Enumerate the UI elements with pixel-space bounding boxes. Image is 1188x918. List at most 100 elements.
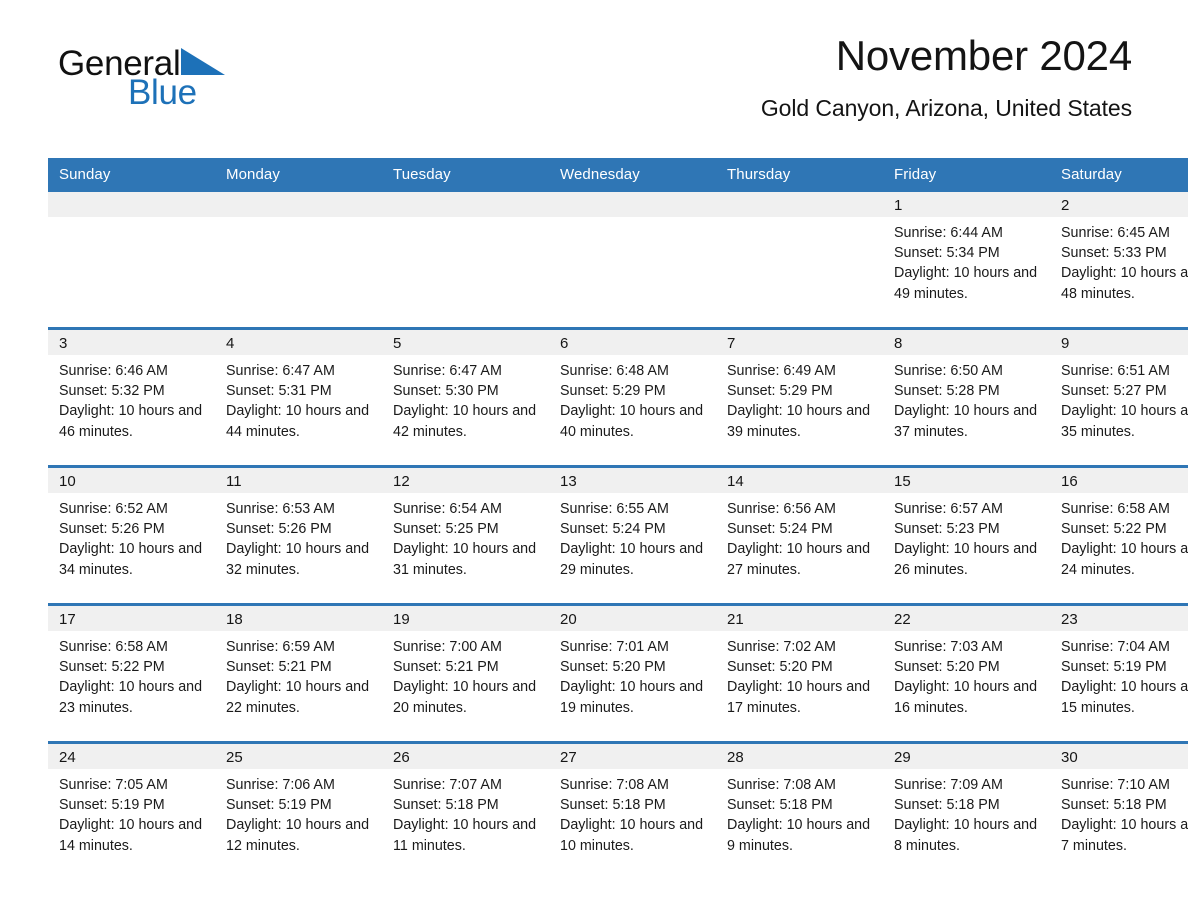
sunset-text: Sunset: 5:26 PM: [226, 521, 332, 538]
calendar-day-cell[interactable]: 10 Sunrise: 6:52 AM Sunset: 5:26 PM Dayligh…: [48, 465, 215, 605]
calendar-day-cell[interactable]: 11 Sunrise: 6:53 AM Sunset: 5:26 PM Dayligh…: [215, 465, 382, 605]
sunrise-text: Sunrise: 7:09 AM: [894, 777, 1003, 793]
calendar-day-cell[interactable]: 24 Sunrise: 7:05 AM Sunset: 5:19 PM Dayligh…: [48, 741, 215, 879]
sunset-text: Sunset: 5:29 PM: [727, 383, 833, 400]
sunset-text: Sunset: 5:26 PM: [59, 521, 165, 538]
day-details: Sunrise: 6:49 AM Sunset: 5:29 PM Daylight:…: [716, 355, 883, 442]
day-number: 26: [382, 744, 549, 769]
day-number: 1: [883, 192, 1050, 217]
calendar-day-cell[interactable]: 28 Sunrise: 7:08 AM Sunset: 5:18 PM Dayligh…: [716, 741, 883, 879]
sunset-text: Sunset: 5:18 PM: [393, 797, 499, 814]
calendar-day-cell[interactable]: 18 Sunrise: 6:59 AM Sunset: 5:21 PM Dayligh…: [215, 603, 382, 743]
sunset-text: Sunset: 5:25 PM: [393, 521, 499, 538]
calendar-day-cell[interactable]: 27 Sunrise: 7:08 AM Sunset: 5:18 PM Dayligh…: [549, 741, 716, 879]
day-number: 18: [215, 606, 382, 631]
calendar-day-cell[interactable]: 16 Sunrise: 6:58 AM Sunset: 5:22 PM Dayligh…: [1050, 465, 1188, 605]
sunrise-text: Sunrise: 6:57 AM: [894, 501, 1003, 517]
logo-text-general-row: General: [58, 46, 227, 82]
daylight-text: Daylight: 10 hours and 12 minutes.: [226, 817, 370, 854]
sunset-text: Sunset: 5:20 PM: [894, 659, 1000, 676]
calendar-grid: Sunday Monday Tuesday Wednesday Thursday…: [48, 158, 1188, 879]
sunrise-text: Sunrise: 7:04 AM: [1061, 639, 1170, 655]
calendar-day-cell[interactable]: 7 Sunrise: 6:49 AM Sunset: 5:29 PM Daylight…: [716, 327, 883, 467]
day-details: Sunrise: 7:06 AM Sunset: 5:19 PM Daylight:…: [215, 769, 382, 856]
calendar-body: 1 Sunrise: 6:44 AM Sunset: 5:34 PM Daylight…: [48, 192, 1188, 879]
calendar-week-row: 10 Sunrise: 6:52 AM Sunset: 5:26 PM Dayligh…: [48, 465, 1188, 605]
calendar-day-cell[interactable]: 17 Sunrise: 6:58 AM Sunset: 5:22 PM Dayligh…: [48, 603, 215, 743]
calendar-day-cell[interactable]: 1 Sunrise: 6:44 AM Sunset: 5:34 PM Daylight…: [883, 192, 1050, 329]
day-number: [716, 192, 883, 217]
day-details: Sunrise: 6:44 AM Sunset: 5:34 PM Daylight:…: [883, 217, 1050, 304]
sunrise-text: Sunrise: 7:08 AM: [727, 777, 836, 793]
calendar-day-cell[interactable]: 9 Sunrise: 6:51 AM Sunset: 5:27 PM Daylight…: [1050, 327, 1188, 467]
calendar-day-cell[interactable]: 6 Sunrise: 6:48 AM Sunset: 5:29 PM Daylight…: [549, 327, 716, 467]
day-details: Sunrise: 7:10 AM Sunset: 5:18 PM Daylight:…: [1050, 769, 1188, 856]
sunset-text: Sunset: 5:27 PM: [1061, 383, 1167, 400]
calendar-day-cell[interactable]: 2 Sunrise: 6:45 AM Sunset: 5:33 PM Daylight…: [1050, 192, 1188, 329]
calendar-day-cell[interactable]: 3 Sunrise: 6:46 AM Sunset: 5:32 PM Daylight…: [48, 327, 215, 467]
day-number: [215, 192, 382, 217]
calendar-day-cell[interactable]: 12 Sunrise: 6:54 AM Sunset: 5:25 PM Dayligh…: [382, 465, 549, 605]
day-number: 19: [382, 606, 549, 631]
day-details: Sunrise: 6:45 AM Sunset: 5:33 PM Daylight:…: [1050, 217, 1188, 304]
calendar-day-cell[interactable]: 14 Sunrise: 6:56 AM Sunset: 5:24 PM Dayligh…: [716, 465, 883, 605]
sunrise-text: Sunrise: 7:00 AM: [393, 639, 502, 655]
day-number: 29: [883, 744, 1050, 769]
sunset-text: Sunset: 5:19 PM: [1061, 659, 1167, 676]
sunrise-text: Sunrise: 6:47 AM: [393, 363, 502, 379]
daylight-text: Daylight: 10 hours and 35 minutes.: [1061, 403, 1188, 440]
day-number: [549, 192, 716, 217]
day-details: Sunrise: 6:48 AM Sunset: 5:29 PM Daylight:…: [549, 355, 716, 442]
day-details: Sunrise: 6:50 AM Sunset: 5:28 PM Daylight:…: [883, 355, 1050, 442]
day-details: Sunrise: 6:53 AM Sunset: 5:26 PM Daylight:…: [215, 493, 382, 580]
day-number: 15: [883, 468, 1050, 493]
calendar-day-cell[interactable]: 4 Sunrise: 6:47 AM Sunset: 5:31 PM Daylight…: [215, 327, 382, 467]
sunrise-text: Sunrise: 6:58 AM: [59, 639, 168, 655]
calendar-day-cell[interactable]: 13 Sunrise: 6:55 AM Sunset: 5:24 PM Dayligh…: [549, 465, 716, 605]
sunrise-text: Sunrise: 6:44 AM: [894, 225, 1003, 241]
sunset-text: Sunset: 5:33 PM: [1061, 245, 1167, 262]
day-number: 7: [716, 330, 883, 355]
sunset-text: Sunset: 5:18 PM: [894, 797, 1000, 814]
sunset-text: Sunset: 5:18 PM: [727, 797, 833, 814]
sunset-text: Sunset: 5:30 PM: [393, 383, 499, 400]
calendar-day-cell[interactable]: 21 Sunrise: 7:02 AM Sunset: 5:20 PM Dayligh…: [716, 603, 883, 743]
day-details: Sunrise: 6:58 AM Sunset: 5:22 PM Daylight:…: [1050, 493, 1188, 580]
calendar-day-cell[interactable]: 19 Sunrise: 7:00 AM Sunset: 5:21 PM Dayligh…: [382, 603, 549, 743]
day-number: 30: [1050, 744, 1188, 769]
generalblue-logo[interactable]: General Blue: [58, 46, 227, 110]
calendar-week-row: 3 Sunrise: 6:46 AM Sunset: 5:32 PM Daylight…: [48, 327, 1188, 467]
daylight-text: Daylight: 10 hours and 17 minutes.: [727, 679, 871, 716]
calendar-day-cell[interactable]: 20 Sunrise: 7:01 AM Sunset: 5:20 PM Dayligh…: [549, 603, 716, 743]
day-details: Sunrise: 6:56 AM Sunset: 5:24 PM Daylight:…: [716, 493, 883, 580]
day-details: Sunrise: 6:46 AM Sunset: 5:32 PM Daylight:…: [48, 355, 215, 442]
logo-text-general: General: [58, 44, 181, 83]
sunset-text: Sunset: 5:18 PM: [560, 797, 666, 814]
calendar-day-cell[interactable]: 22 Sunrise: 7:03 AM Sunset: 5:20 PM Dayligh…: [883, 603, 1050, 743]
sunset-text: Sunset: 5:19 PM: [59, 797, 165, 814]
calendar-day-cell[interactable]: 15 Sunrise: 6:57 AM Sunset: 5:23 PM Dayligh…: [883, 465, 1050, 605]
sunset-text: Sunset: 5:22 PM: [59, 659, 165, 676]
calendar-day-cell[interactable]: 8 Sunrise: 6:50 AM Sunset: 5:28 PM Daylight…: [883, 327, 1050, 467]
daylight-text: Daylight: 10 hours and 48 minutes.: [1061, 265, 1188, 302]
sunrise-text: Sunrise: 7:02 AM: [727, 639, 836, 655]
sunrise-text: Sunrise: 7:03 AM: [894, 639, 1003, 655]
sunset-text: Sunset: 5:21 PM: [226, 659, 332, 676]
day-number: 11: [215, 468, 382, 493]
day-number: 23: [1050, 606, 1188, 631]
calendar-day-cell[interactable]: 25 Sunrise: 7:06 AM Sunset: 5:19 PM Dayligh…: [215, 741, 382, 879]
day-details: Sunrise: 7:08 AM Sunset: 5:18 PM Daylight:…: [549, 769, 716, 856]
calendar-day-cell[interactable]: 30 Sunrise: 7:10 AM Sunset: 5:18 PM Dayligh…: [1050, 741, 1188, 879]
sunrise-text: Sunrise: 6:46 AM: [59, 363, 168, 379]
calendar-day-cell[interactable]: 23 Sunrise: 7:04 AM Sunset: 5:19 PM Dayligh…: [1050, 603, 1188, 743]
calendar-header-row: Sunday Monday Tuesday Wednesday Thursday…: [48, 158, 1188, 192]
sunrise-text: Sunrise: 6:50 AM: [894, 363, 1003, 379]
calendar-day-cell[interactable]: 29 Sunrise: 7:09 AM Sunset: 5:18 PM Dayligh…: [883, 741, 1050, 879]
sunrise-text: Sunrise: 6:52 AM: [59, 501, 168, 517]
calendar-day-cell[interactable]: 5 Sunrise: 6:47 AM Sunset: 5:30 PM Daylight…: [382, 327, 549, 467]
sunrise-text: Sunrise: 6:51 AM: [1061, 363, 1170, 379]
calendar-day-cell[interactable]: 26 Sunrise: 7:07 AM Sunset: 5:18 PM Dayligh…: [382, 741, 549, 879]
daylight-text: Daylight: 10 hours and 44 minutes.: [226, 403, 370, 440]
sunset-text: Sunset: 5:29 PM: [560, 383, 666, 400]
sunrise-text: Sunrise: 6:45 AM: [1061, 225, 1170, 241]
